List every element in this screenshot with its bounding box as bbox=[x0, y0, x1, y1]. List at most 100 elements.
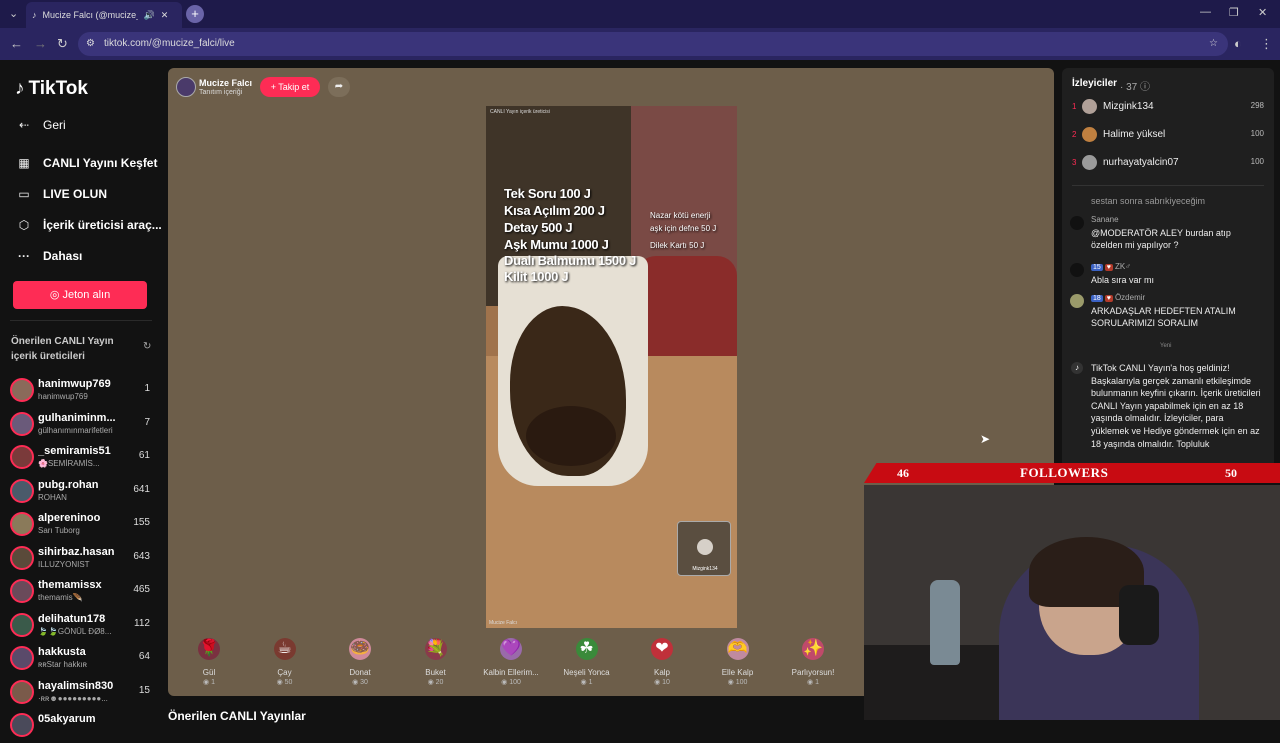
follow-button[interactable]: + Takip et bbox=[260, 77, 320, 97]
calendar-icon: ▦ bbox=[18, 156, 30, 170]
price-line: Kilit 1000 J bbox=[504, 269, 569, 284]
bookmark-star-icon[interactable]: ☆ bbox=[1209, 32, 1218, 56]
suggested-creator[interactable]: hanimwup769 hanimwup769 1 bbox=[8, 376, 152, 408]
get-coins-label: Jeton alın bbox=[62, 289, 111, 301]
suggested-creator[interactable]: themamissx themamis🪶 465 bbox=[8, 577, 152, 609]
user-badge: ♥ bbox=[1104, 264, 1113, 271]
gift-price: ◉ 1 bbox=[203, 679, 215, 686]
nav-more-label: Dahası bbox=[43, 249, 83, 263]
gift-item[interactable]: 🌹 Gül ◉ 1 bbox=[174, 638, 244, 686]
viewer-count: 15 bbox=[138, 684, 150, 696]
gift-icon: 🍩 bbox=[349, 638, 371, 660]
webcam-headset bbox=[1119, 585, 1159, 645]
gift-price-value: 30 bbox=[360, 679, 368, 686]
host-name[interactable]: Mucize Falcı bbox=[199, 78, 252, 88]
nav-more[interactable]: ··· Dahası bbox=[15, 249, 82, 263]
gift-item[interactable]: 💐 Buket ◉ 20 bbox=[401, 638, 471, 686]
close-window-icon[interactable]: ✕ bbox=[1258, 6, 1267, 19]
share-icon[interactable]: ➦ bbox=[328, 77, 350, 97]
back-icon[interactable]: ← bbox=[10, 36, 23, 51]
avatar[interactable] bbox=[1070, 216, 1084, 230]
suggested-creator[interactable]: hakkusta ʀʀStar hakkıʀ 64 bbox=[8, 644, 152, 676]
nav-back[interactable]: ⇠ Geri bbox=[15, 118, 66, 132]
chat-user[interactable]: Sanane bbox=[1091, 215, 1119, 224]
address-url: tiktok.com/@mucize_falci/live bbox=[104, 38, 235, 49]
speaker-icon[interactable]: 🔊 bbox=[144, 10, 155, 21]
chat-username: Sanane bbox=[1091, 215, 1119, 224]
viewer-count: 643 bbox=[133, 550, 150, 562]
refresh-icon[interactable]: ↻ bbox=[143, 341, 151, 352]
avatar[interactable] bbox=[1070, 263, 1084, 277]
close-tab-icon[interactable]: ✕ bbox=[161, 10, 169, 21]
gift-item[interactable]: ☘ Neşeli Yonca ◉ 1 bbox=[552, 638, 622, 686]
get-coins-button[interactable]: ◎ Jeton alın bbox=[13, 281, 147, 309]
viewer-count: 641 bbox=[133, 483, 150, 495]
creator-name: hakkusta bbox=[38, 646, 86, 658]
webcam-bottle bbox=[930, 580, 960, 665]
suggested-creator[interactable]: sihirbaz.hasan ILLUZYONIST 643 bbox=[8, 544, 152, 576]
chat-text: ARKADAŞLAR HEDEFTEN ATALIM SORULARIMIZI … bbox=[1091, 306, 1236, 328]
creator-subtitle: 🍃🍃GÖNÜL ĐØ8... bbox=[38, 626, 112, 636]
browser-tab[interactable]: ♪ Mucize Falcı (@mucize_falci 🔊 ✕ bbox=[26, 2, 182, 28]
suggested-creator[interactable]: hayalimsin830 ·ʀʀ☻●●●●●●●●●... 15 bbox=[8, 678, 152, 710]
viewer-row[interactable]: 3 nurhayatyalcin07 100 bbox=[1072, 154, 1264, 174]
viewer-row[interactable]: 2 Halime yüksel 100 bbox=[1072, 126, 1264, 146]
address-field[interactable]: ⚙ tiktok.com/@mucize_falci/live ☆ bbox=[78, 32, 1228, 56]
avatar bbox=[10, 378, 34, 402]
tiktok-favicon-icon: ♪ bbox=[32, 10, 37, 20]
creator-subtitle: ·ʀʀ☻●●●●●●●●●... bbox=[38, 693, 108, 703]
gift-item[interactable]: ✨ Parlıyorsun! ◉ 1 bbox=[778, 638, 848, 686]
chat-user[interactable]: 18 ♥ Özdemir bbox=[1091, 293, 1145, 302]
info-icon[interactable]: ⓘ bbox=[1140, 82, 1150, 93]
host-subtitle: Tanıtım içeriği bbox=[199, 89, 243, 96]
tiktok-logo[interactable]: ♪ TikTok bbox=[15, 78, 88, 100]
avatar bbox=[10, 713, 34, 737]
suggested-creator[interactable]: delihatun178 🍃🍃GÖNÜL ĐØ8... 112 bbox=[8, 611, 152, 643]
suggested-creator[interactable]: alpereninoo Sarı Tuborg 155 bbox=[8, 510, 152, 542]
tab-list-icon[interactable]: ⌄ bbox=[9, 7, 18, 20]
creator-subtitle: themamis🪶 bbox=[38, 593, 83, 602]
creator-icon: ⬡ bbox=[18, 218, 30, 232]
suggested-creator[interactable]: pubg.rohan ROHAN 641 bbox=[8, 477, 152, 509]
avatar[interactable] bbox=[1070, 294, 1084, 308]
gift-item[interactable]: 🍩 Donat ◉ 30 bbox=[325, 638, 395, 686]
forward-icon[interactable]: → bbox=[34, 36, 47, 51]
viewer-count: 465 bbox=[133, 584, 150, 595]
creator-name: themamissx bbox=[38, 579, 102, 591]
host-avatar[interactable] bbox=[176, 77, 196, 97]
new-tab-button[interactable]: + bbox=[186, 5, 204, 23]
suggested-creator[interactable]: gulhaniminm... gülhanımınmarifetleri 7 bbox=[8, 410, 152, 442]
guest-box[interactable]: Mizgink134 bbox=[677, 521, 731, 576]
extension-icon[interactable]: ◐ bbox=[1234, 36, 1242, 51]
menu-icon[interactable]: ⋮ bbox=[1260, 36, 1273, 52]
gift-item[interactable]: 💜 Kalbin Ellerim... ◉ 100 bbox=[476, 638, 546, 686]
creator-name: hayalimsin830 bbox=[38, 679, 114, 692]
viewer-row[interactable]: 1 Mizgink134 298 bbox=[1072, 98, 1264, 118]
gift-item[interactable]: ❤ Kalp ◉ 10 bbox=[627, 638, 697, 686]
nav-go-live[interactable]: ▭ LIVE OLUN bbox=[15, 187, 107, 201]
divider bbox=[10, 320, 152, 321]
reload-icon[interactable]: ↻ bbox=[57, 36, 68, 52]
gift-name: Parlıyorsun! bbox=[791, 668, 835, 677]
viewer-count: 61 bbox=[138, 450, 150, 461]
back-arrow-icon: ⇠ bbox=[18, 118, 30, 132]
gift-icon: ✨ bbox=[802, 638, 824, 660]
price-line: Aşk Mumu 1000 J bbox=[504, 237, 609, 252]
nav-creator-tools[interactable]: ⬡ İçerik üreticisi araç... bbox=[15, 218, 162, 232]
minimize-icon[interactable]: — bbox=[1200, 6, 1211, 18]
chat-text: Abla sıra var mı bbox=[1091, 275, 1155, 285]
maximize-icon[interactable]: ❐ bbox=[1229, 6, 1239, 19]
logo-text: TikTok bbox=[28, 78, 88, 99]
gift-item[interactable]: 🫶 Elle Kalp ◉ 100 bbox=[703, 638, 773, 686]
suggested-creator[interactable]: 05akyarum bbox=[8, 711, 152, 743]
creator-name: alpereninoo bbox=[38, 512, 101, 524]
gift-item[interactable]: ☕ Çay ◉ 50 bbox=[250, 638, 320, 686]
creator-name: hanimwup769 bbox=[38, 378, 111, 390]
gift-price-value: 50 bbox=[284, 679, 293, 686]
suggested-creator[interactable]: _semiramis51 🌸SEMİRAMİS... 61 bbox=[8, 443, 152, 475]
chat-user[interactable]: 15 ♥ ZK♂ bbox=[1091, 262, 1131, 271]
viewer-score: 100 bbox=[1250, 157, 1264, 166]
site-info-icon[interactable]: ⚙ bbox=[86, 32, 95, 56]
nav-explore-live[interactable]: ▦ CANLI Yayını Keşfet bbox=[15, 156, 157, 170]
gift-icon: 🌹 bbox=[198, 638, 220, 660]
